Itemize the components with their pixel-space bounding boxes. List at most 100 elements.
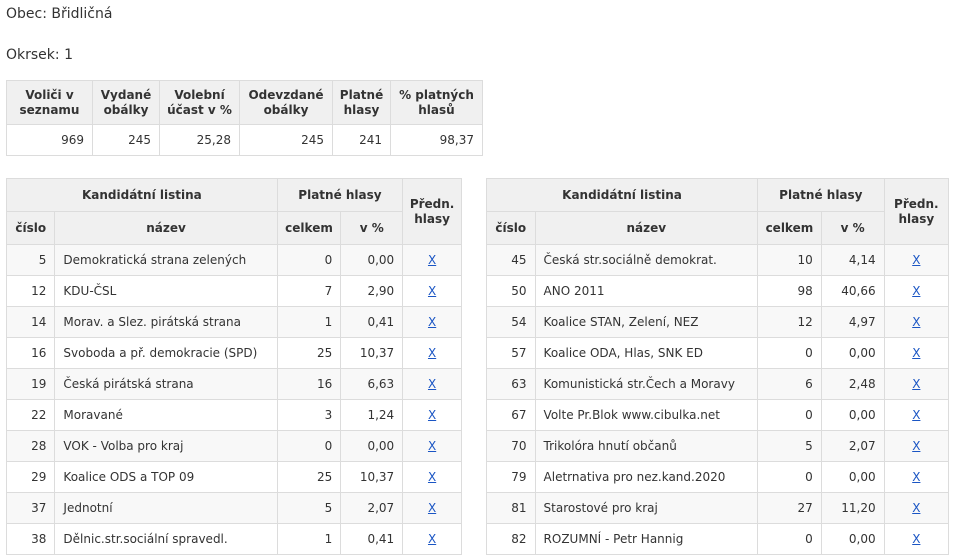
preferential-votes-link[interactable]: X [912, 408, 920, 422]
value-odevzdane-obalky: 245 [239, 124, 333, 156]
header-v-pct: v % [820, 211, 885, 245]
table-row: 70 Trikolóra hnutí občanů 5 2,07 X [486, 430, 950, 462]
party-name: Koalice STAN, Zelení, NEZ [534, 306, 759, 338]
votes-total: 25 [276, 461, 342, 493]
header-celkem: celkem [276, 211, 342, 245]
table-row: 45 Česká str.sociálně demokrat. 10 4,14 X [486, 244, 950, 276]
preferential-votes-cell: X [883, 523, 950, 555]
table-row: 12 KDU-ČSL 7 2,90 X [5, 275, 462, 307]
party-number: 37 [5, 492, 56, 524]
party-name: Volte Pr.Blok www.cibulka.net [534, 399, 759, 431]
summary-table: Voliči v seznamu Vydané obálky Volební ú… [6, 80, 483, 156]
header-vydane-obalky: Vydané obálky [92, 80, 160, 125]
votes-total: 6 [757, 368, 822, 400]
summary-header-row: Voliči v seznamu Vydané obálky Volební ú… [6, 80, 483, 125]
votes-total: 0 [276, 430, 342, 462]
okrsek-title: Okrsek: 1 [6, 47, 73, 63]
party-name: Morav. a Slez. pirátská strana [54, 306, 278, 338]
votes-pct: 0,00 [340, 244, 404, 276]
header-platne-hlasy: Platné hlasy [276, 178, 404, 212]
votes-total: 25 [276, 337, 342, 369]
table-row: 37 Jednotní 5 2,07 X [5, 492, 462, 524]
votes-pct: 0,41 [340, 306, 404, 338]
party-name: Česká pirátská strana [54, 368, 278, 400]
preferential-votes-link[interactable]: X [912, 439, 920, 453]
votes-total: 0 [276, 244, 342, 276]
votes-total: 12 [757, 306, 822, 338]
votes-pct: 4,14 [820, 244, 885, 276]
preferential-votes-link[interactable]: X [428, 439, 436, 453]
value-volebni-ucast: 25,28 [159, 124, 240, 156]
party-name: Koalice ODS a TOP 09 [54, 461, 278, 493]
votes-total: 7 [276, 275, 342, 307]
candidate-rows-right: 45 Česká str.sociálně demokrat. 10 4,14 X 50 A… [486, 244, 950, 555]
preferential-votes-link[interactable]: X [428, 346, 436, 360]
votes-total: 1 [276, 523, 342, 555]
preferential-votes-link[interactable]: X [912, 532, 920, 546]
votes-total: 16 [276, 368, 342, 400]
votes-total: 1 [276, 306, 342, 338]
votes-total: 27 [757, 492, 822, 524]
preferential-votes-cell: X [883, 492, 950, 524]
party-number: 82 [486, 523, 536, 555]
preferential-votes-link[interactable]: X [428, 408, 436, 422]
header-cislo: číslo [486, 211, 536, 245]
party-number: 12 [5, 275, 56, 307]
votes-pct: 2,90 [340, 275, 404, 307]
votes-total: 0 [757, 523, 822, 555]
header-pct-platnych: % platných hlasů [390, 80, 483, 125]
table-row: 16 Svoboda a př. demokracie (SPD) 25 10,37 X [5, 337, 462, 369]
preferential-votes-link[interactable]: X [428, 501, 436, 515]
preferential-votes-link[interactable]: X [912, 315, 920, 329]
party-number: 79 [486, 461, 536, 493]
preferential-votes-cell: X [883, 461, 950, 493]
party-number: 54 [486, 306, 536, 338]
party-name: Demokratická strana zelených [54, 244, 278, 276]
party-number: 67 [486, 399, 536, 431]
preferential-votes-link[interactable]: X [912, 501, 920, 515]
preferential-votes-link[interactable]: X [428, 470, 436, 484]
header-platne-hlasy: Platné hlasy [757, 178, 885, 212]
preferential-votes-cell: X [883, 244, 950, 276]
votes-pct: 6,63 [340, 368, 404, 400]
votes-pct: 1,24 [340, 399, 404, 431]
party-name: Dělnic.str.sociální spravedl. [54, 523, 278, 555]
candidate-header-row: Kandidátní listina Platné hlasy Předn. h… [6, 178, 462, 245]
value-vydane-obalky: 245 [92, 124, 160, 156]
preferential-votes-link[interactable]: X [428, 532, 436, 546]
party-number: 70 [486, 430, 536, 462]
header-kandidatni-listina: Kandidátní listina [485, 178, 759, 212]
preferential-votes-link[interactable]: X [428, 253, 436, 267]
party-number: 28 [5, 430, 56, 462]
party-name: Komunistická str.Čech a Moravy [534, 368, 759, 400]
votes-pct: 0,00 [820, 461, 885, 493]
party-name: ROZUMNÍ - Petr Hannig [534, 523, 759, 555]
party-name: ANO 2011 [534, 275, 759, 307]
header-platne-hlasy: Platné hlasy [332, 80, 391, 125]
candidate-header-row: Kandidátní listina Platné hlasy Předn. h… [485, 178, 950, 245]
preferential-votes-cell: X [883, 275, 950, 307]
votes-pct: 2,07 [340, 492, 404, 524]
table-row: 38 Dělnic.str.sociální spravedl. 1 0,41 X [5, 523, 462, 555]
votes-pct: 2,07 [820, 430, 885, 462]
header-odevzdane-obalky: Odevzdané obálky [239, 80, 333, 125]
party-number: 16 [5, 337, 56, 369]
preferential-votes-link[interactable]: X [912, 346, 920, 360]
preferential-votes-cell: X [402, 337, 462, 369]
preferential-votes-link[interactable]: X [428, 284, 436, 298]
party-name: KDU-ČSL [54, 275, 278, 307]
party-name: Moravané [54, 399, 278, 431]
preferential-votes-link[interactable]: X [428, 377, 436, 391]
preferential-votes-link[interactable]: X [912, 377, 920, 391]
votes-total: 0 [757, 337, 822, 369]
party-name: Trikolóra hnutí občanů [534, 430, 759, 462]
party-name: Aletrnativa pro nez.kand.2020 [534, 461, 759, 493]
votes-pct: 0,00 [820, 337, 885, 369]
preferential-votes-link[interactable]: X [912, 470, 920, 484]
votes-total: 5 [757, 430, 822, 462]
preferential-votes-link[interactable]: X [912, 284, 920, 298]
preferential-votes-link[interactable]: X [428, 315, 436, 329]
table-row: 22 Moravané 3 1,24 X [5, 399, 462, 431]
preferential-votes-link[interactable]: X [912, 253, 920, 267]
votes-total: 0 [757, 399, 822, 431]
